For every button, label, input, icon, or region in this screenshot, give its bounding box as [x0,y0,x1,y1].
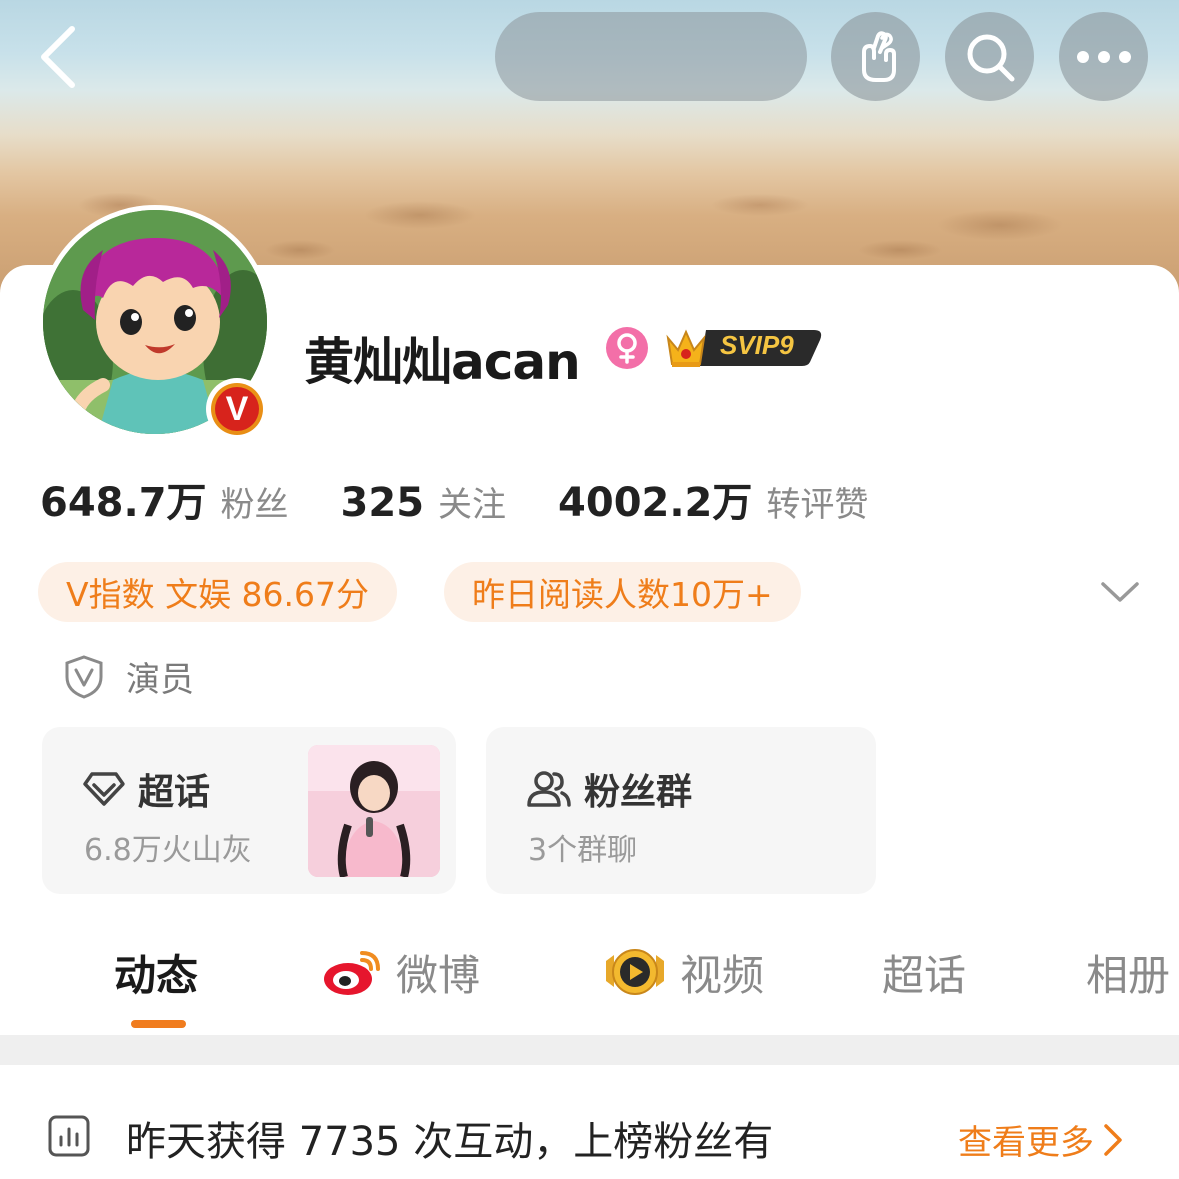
diamond-icon [83,772,125,806]
hand-heart-button[interactable] [831,12,920,101]
shield-v-icon [65,654,103,699]
supertopic-card[interactable]: 超话 6.8万火山灰 [42,727,456,894]
stat-value: 648.7万 [40,480,207,526]
weibo-logo-icon [324,951,380,995]
interaction-summary-text: 昨天获得 7735 次互动，上榜粉丝有 [126,1119,774,1165]
chevron-left-icon [41,26,75,88]
tab-video[interactable]: 视频 [604,940,764,1004]
supertopic-title-row: 超话 [82,763,210,815]
section-divider [0,1035,1179,1065]
role-label: 演员 [126,660,194,700]
svip-badge[interactable]: SVIP9 [664,320,824,370]
username: 黄灿灿acan [304,333,581,391]
tab-dynamics[interactable]: 动态 [114,940,198,1004]
more-button[interactable] [1059,12,1148,101]
search-icon [967,34,1014,81]
female-gender-icon [606,327,648,369]
bar-chart-icon [48,1115,90,1157]
header-pill-button[interactable] [495,12,807,101]
supertopic-title: 超话 [138,772,211,813]
view-more-link[interactable]: 查看更多 [958,1115,1124,1164]
chevron-down-icon [1101,582,1139,602]
tab-album[interactable]: 相册 [1086,940,1170,1004]
role-row: 演员 [64,652,194,701]
tab-label: 视频 [680,950,765,1000]
tab-supertopic[interactable]: 超话 [882,940,966,1004]
verified-badge-label: V [215,387,259,431]
tab-label: 动态 [114,950,199,1000]
tab-label: 超话 [882,950,967,1000]
people-icon [527,771,571,807]
tab-weibo[interactable]: 微博 [322,940,480,1004]
fan-group-card[interactable]: 粉丝群 3个群聊 [486,727,876,894]
stat-label: 转评赞 [766,485,869,525]
stat-label: 粉丝 [220,485,289,525]
stat-value: 4002.2万 [558,480,753,526]
stat-label: 关注 [438,485,507,525]
hand-heart-icon [861,30,896,82]
stat-value: 325 [340,480,425,526]
active-tab-indicator [131,1020,186,1028]
fan-group-title-row: 粉丝群 [526,763,692,815]
search-button[interactable] [945,12,1034,101]
supertopic-subtitle: 6.8万火山灰 [84,833,252,868]
svip-level-label: SVIP9 [720,330,794,360]
fan-group-title: 粉丝群 [584,772,693,813]
supertopic-thumbnail [308,745,440,877]
back-button[interactable] [28,22,88,92]
view-more-label: 查看更多 [958,1123,1094,1163]
stat-followers[interactable]: 648.7万 粉丝 [40,470,289,528]
reading-count-tag[interactable]: 昨日阅读人数10万+ [444,562,801,622]
interaction-summary-bar[interactable]: 昨天获得 7735 次互动，上榜粉丝有 查看更多 [0,1065,1179,1179]
verified-v-icon: V [211,383,263,435]
stat-interactions[interactable]: 4002.2万 转评赞 [558,470,868,528]
stats-row: 648.7万 粉丝 325 关注 4002.2万 转评赞 [40,470,920,528]
verified-badge: V [206,378,268,440]
more-icon [1076,50,1131,63]
tab-label: 相册 [1086,950,1171,1000]
v-index-tag[interactable]: V指数 文娱 86.67分 [38,562,398,622]
profile-tabs: 动态 微博 视频 超话 相册 [0,940,1179,1035]
video-play-icon [606,949,664,995]
expand-button[interactable] [1098,570,1142,614]
stat-following[interactable]: 325 关注 [341,477,507,526]
tab-label: 微博 [396,950,481,1000]
chevron-right-icon [1104,1123,1122,1156]
fan-group-subtitle: 3个群聊 [528,833,638,868]
